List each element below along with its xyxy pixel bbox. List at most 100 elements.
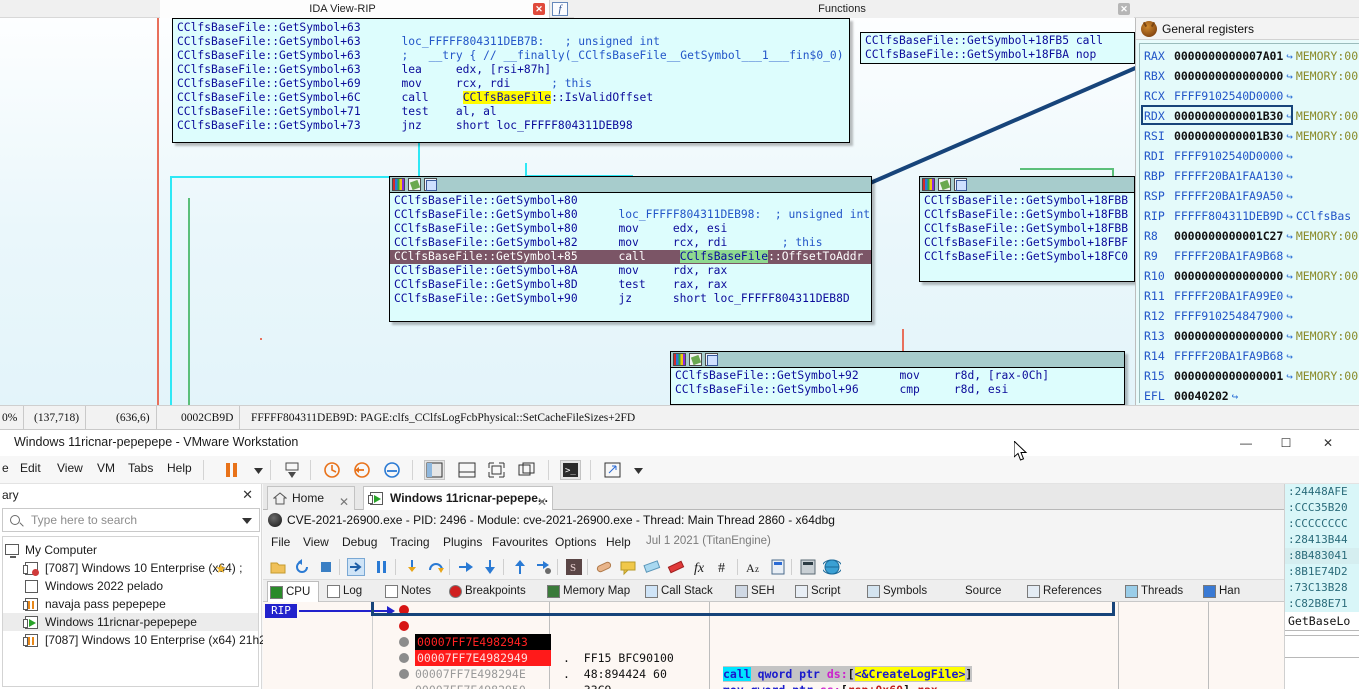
follow-arrow-icon[interactable]: ↪	[1283, 50, 1296, 63]
list-item-vm-2[interactable]: navaja pass pepepepe	[3, 595, 258, 613]
follow-arrow-icon[interactable]: ↪	[1283, 270, 1296, 283]
register-value[interactable]: 0000000000001B30	[1174, 129, 1283, 143]
memory-dump-strip[interactable]: :24448AFE :CCC35B20 :CCCCCCCC :28413B44 …	[1284, 484, 1359, 689]
breakpoint-icon[interactable]	[399, 637, 409, 647]
register-link[interactable]: MEMORY:00	[1296, 109, 1358, 123]
disassembly-view[interactable]: RIP 00007FF7E4982943 . FF15 BFC90100 cal…	[263, 602, 1284, 689]
search-input[interactable]: Type here to search	[31, 513, 137, 527]
breakpoint-icon[interactable]	[399, 621, 409, 631]
register-value[interactable]: FFFFF20BA1FA99E0	[1174, 289, 1283, 303]
register-value[interactable]: FFFFF20BA1FAA130	[1174, 169, 1283, 183]
chevron-down-icon[interactable]	[628, 460, 649, 480]
register-link[interactable]: CClfsBas	[1296, 209, 1351, 223]
take-snapshot-icon[interactable]	[322, 460, 343, 480]
tab-threads[interactable]: Threads	[1123, 581, 1195, 602]
calc-icon[interactable]	[769, 558, 787, 576]
layout-icon[interactable]	[705, 353, 718, 366]
edit-icon[interactable]	[408, 178, 421, 191]
open-icon[interactable]	[269, 558, 287, 576]
chevron-down-icon[interactable]	[248, 460, 269, 480]
register-row-efl[interactable]: EFL 00040202 ↪	[1140, 386, 1359, 403]
node-toolbar[interactable]	[671, 352, 1124, 368]
register-value[interactable]: 0000000000000000	[1174, 269, 1283, 283]
list-item-vm-4[interactable]: [7087] Windows 10 Enterprise (x64) 21h2	[3, 631, 266, 649]
console-icon[interactable]: >_	[560, 460, 581, 480]
register-row-rip[interactable]: RIP FFFFF804311DEB9D ↪ CClfsBas	[1140, 206, 1359, 226]
register-link[interactable]: MEMORY:00	[1296, 129, 1358, 143]
snapshot-manager-icon[interactable]	[282, 460, 303, 480]
register-row-rdx[interactable]: RDX 0000000000001B30 ↪ MEMORY:00	[1140, 105, 1359, 126]
tab-handles[interactable]: Han	[1201, 581, 1253, 602]
follow-arrow-icon[interactable]: ↪	[1283, 130, 1296, 143]
expand-icon[interactable]	[602, 460, 623, 480]
follow-arrow-icon[interactable]: ↪	[1283, 210, 1296, 223]
tab-call-stack[interactable]: Call Stack	[643, 581, 727, 602]
node-toolbar[interactable]	[390, 177, 871, 193]
graph-node-top[interactable]: CClfsBaseFile::GetSymbol+63 CClfsBaseFil…	[172, 18, 850, 143]
tab-cpu[interactable]: CPU	[267, 581, 319, 602]
register-row-rax[interactable]: RAX 0000000000007A01 ↪ MEMORY:00	[1140, 46, 1359, 66]
menu-item-edit[interactable]: Edit	[20, 461, 41, 475]
menu-item-vm[interactable]: VM	[97, 461, 115, 475]
register-row-r14[interactable]: R14 FFFFF20BA1FA9B68 ↪	[1140, 346, 1359, 366]
menu-item-plugins[interactable]: Plugins	[443, 535, 482, 549]
register-link[interactable]: MEMORY:00	[1296, 329, 1358, 343]
pause-icon[interactable]	[222, 460, 243, 480]
tab-source[interactable]: Source	[947, 581, 1019, 602]
edit-icon[interactable]	[689, 353, 702, 366]
list-item-vm-3[interactable]: Windows 11ricnar-pepepepe	[3, 613, 258, 631]
menu-item-tabs[interactable]: Tabs	[128, 461, 153, 475]
edit-icon[interactable]	[938, 178, 951, 191]
register-row-r9[interactable]: R9 FFFFF20BA1FA9B68 ↪	[1140, 246, 1359, 266]
menu-item-favourites[interactable]: Favourites	[492, 535, 548, 549]
graph-node-middle[interactable]: CClfsBaseFile::GetSymbol+80 CClfsBaseFil…	[389, 176, 872, 322]
menu-item-help[interactable]: Help	[606, 535, 631, 549]
chevron-down-icon[interactable]	[242, 518, 252, 524]
register-row-r8[interactable]: R8 0000000000001C27 ↪ MEMORY:00	[1140, 226, 1359, 246]
close-icon[interactable]: ✕	[242, 487, 253, 503]
follow-arrow-icon[interactable]: ↪	[1283, 310, 1296, 323]
register-value[interactable]: 0000000000000000	[1174, 329, 1283, 343]
step-out-icon[interactable]	[511, 558, 529, 576]
register-value[interactable]: 0000000000001C27	[1174, 229, 1283, 243]
register-value[interactable]: 0000000000007A01	[1174, 49, 1283, 63]
revert-snapshot-icon[interactable]	[352, 460, 373, 480]
register-link[interactable]: MEMORY:00	[1296, 49, 1358, 63]
breakpoint-icon[interactable]	[399, 653, 409, 663]
register-row-rbx[interactable]: RBX 0000000000000000 ↪ MEMORY:00	[1140, 66, 1359, 86]
tab-script[interactable]: Script	[793, 581, 859, 602]
fullscreen-icon[interactable]	[486, 460, 507, 480]
run-icon[interactable]	[347, 558, 365, 576]
register-row-rsp[interactable]: RSP FFFFF20BA1FA9A50 ↪	[1140, 186, 1359, 206]
globe-icon[interactable]	[821, 558, 843, 576]
register-row-rsi[interactable]: RSI 0000000000001B30 ↪ MEMORY:00	[1140, 126, 1359, 146]
library-tree[interactable]: My Computer [7087] Windows 10 Enterprise…	[2, 536, 266, 687]
menu-item-file[interactable]: File	[271, 535, 290, 549]
breakpoint-icon[interactable]	[399, 605, 409, 615]
follow-arrow-icon[interactable]: ↪	[1283, 110, 1296, 123]
graph-node-mid-right[interactable]: CClfsBaseFile::GetSymbol+18FBB CClfsBase…	[919, 176, 1135, 282]
menu-item-view[interactable]: View	[303, 535, 329, 549]
follow-arrow-icon[interactable]: ↪	[1283, 150, 1296, 163]
ida-tab-ida-view-rip[interactable]: IDA View-RIP ✕	[160, 0, 550, 18]
close-icon[interactable]: ✕	[533, 3, 545, 15]
register-value[interactable]: 0000000000000001	[1174, 369, 1283, 383]
favorite-star-icon[interactable]: ★	[215, 560, 227, 578]
register-link[interactable]: MEMORY:00	[1296, 269, 1358, 283]
tab-references[interactable]: References	[1025, 581, 1117, 602]
menu-item-options[interactable]: Options	[555, 535, 596, 549]
graph-node-top-right[interactable]: CClfsBaseFile::GetSymbol+18FB5 call CClf…	[860, 32, 1135, 64]
follow-arrow-icon[interactable]: ↪	[1283, 230, 1296, 243]
table-row[interactable]: 00007FF7E4982949 . 48:894424 60 mov qwor…	[263, 618, 1284, 689]
step-over-icon[interactable]	[427, 558, 445, 576]
step-forward-icon[interactable]	[457, 558, 475, 576]
follow-arrow-icon[interactable]: ↪	[1283, 70, 1296, 83]
tab-seh[interactable]: SEH	[733, 581, 787, 602]
register-value[interactable]: 0000000000000000	[1174, 69, 1283, 83]
table-row[interactable]: 00007FF7E4982943 . FF15 BFC90100 call qw…	[263, 602, 1284, 682]
tab-log[interactable]: Log	[325, 581, 377, 602]
palette-icon[interactable]	[673, 353, 686, 366]
close-icon[interactable]: ✕	[1118, 3, 1130, 15]
register-value[interactable]: FFFFF20BA1FA9B68	[1174, 349, 1283, 363]
register-row-r10[interactable]: R10 0000000000000000 ↪ MEMORY:00	[1140, 266, 1359, 286]
